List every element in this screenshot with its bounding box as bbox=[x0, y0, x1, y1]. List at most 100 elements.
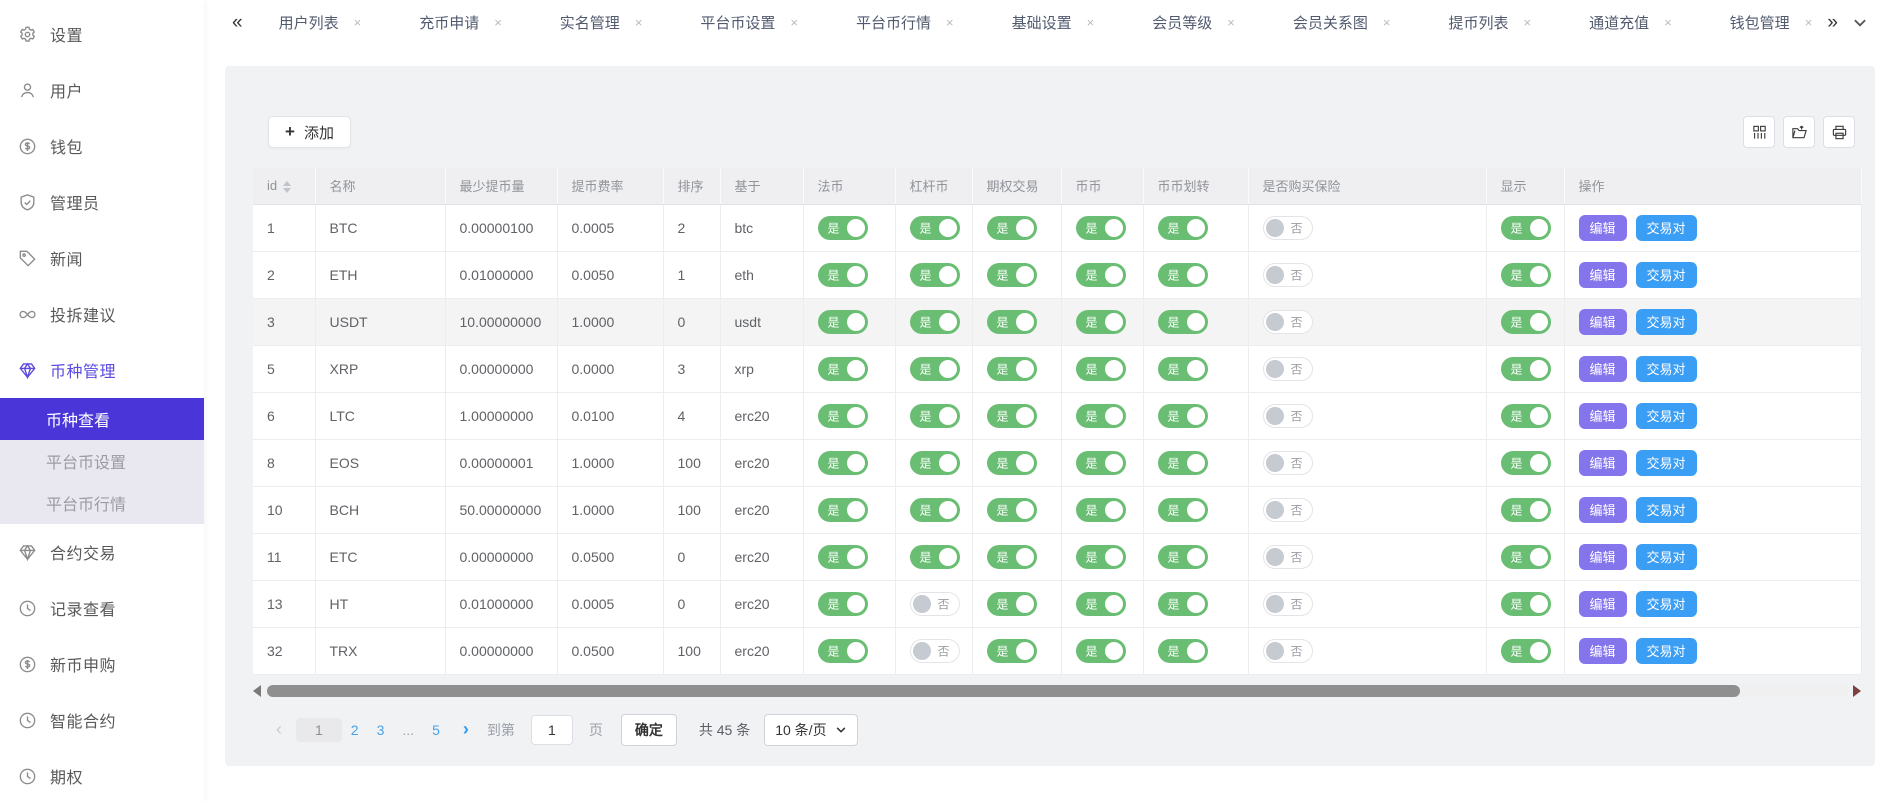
sidebar-item-settings[interactable]: 设置 bbox=[0, 6, 204, 62]
insurance-toggle[interactable]: 否 bbox=[1263, 451, 1313, 475]
sidebar-subitem-coin-view[interactable]: 币种查看 bbox=[0, 398, 204, 440]
spot-toggle[interactable]: 是 bbox=[1076, 451, 1126, 475]
edit-button[interactable]: 编辑 bbox=[1579, 215, 1627, 241]
edit-button[interactable]: 编辑 bbox=[1579, 450, 1627, 476]
tab-close-icon[interactable]: × bbox=[1664, 15, 1672, 30]
sidebar-item-feedback[interactable]: 投拆建议 bbox=[0, 286, 204, 342]
transfer-toggle[interactable]: 是 bbox=[1158, 404, 1208, 428]
tab-close-icon[interactable]: × bbox=[946, 15, 954, 30]
pairs-button[interactable]: 交易对 bbox=[1636, 450, 1697, 476]
option-toggle[interactable]: 是 bbox=[987, 498, 1037, 522]
transfer-toggle[interactable]: 是 bbox=[1158, 263, 1208, 287]
option-toggle[interactable]: 是 bbox=[987, 545, 1037, 569]
pairs-button[interactable]: 交易对 bbox=[1636, 403, 1697, 429]
transfer-toggle[interactable]: 是 bbox=[1158, 639, 1208, 663]
tab-close-icon[interactable]: × bbox=[1523, 15, 1531, 30]
tab-channel-recharge[interactable]: 通道充值× bbox=[1575, 5, 1686, 40]
leverage-toggle[interactable]: 是 bbox=[910, 498, 960, 522]
option-toggle[interactable]: 是 bbox=[987, 263, 1037, 287]
show-toggle[interactable]: 是 bbox=[1501, 592, 1551, 616]
leverage-toggle[interactable]: 是 bbox=[910, 310, 960, 334]
insurance-toggle[interactable]: 否 bbox=[1263, 545, 1313, 569]
confirm-button[interactable]: 确定 bbox=[621, 714, 677, 746]
sidebar-item-new-coin[interactable]: 新币申购 bbox=[0, 636, 204, 692]
transfer-toggle[interactable]: 是 bbox=[1158, 498, 1208, 522]
fiat-toggle[interactable]: 是 bbox=[818, 357, 868, 381]
tab-withdraw-list[interactable]: 提币列表× bbox=[1434, 5, 1545, 40]
tab-platform-coin-settings[interactable]: 平台币设置× bbox=[686, 5, 812, 40]
tab-close-icon[interactable]: × bbox=[494, 15, 502, 30]
tab-close-icon[interactable]: × bbox=[1805, 15, 1813, 30]
insurance-toggle[interactable]: 否 bbox=[1263, 263, 1313, 287]
spot-toggle[interactable]: 是 bbox=[1076, 545, 1126, 569]
tab-platform-coin-market[interactable]: 平台币行情× bbox=[842, 5, 968, 40]
page-button-2[interactable]: 2 bbox=[342, 720, 368, 740]
edit-button[interactable]: 编辑 bbox=[1579, 638, 1627, 664]
columns-settings-button[interactable] bbox=[1743, 116, 1775, 148]
tab-basic-settings[interactable]: 基础设置× bbox=[998, 5, 1109, 40]
transfer-toggle[interactable]: 是 bbox=[1158, 545, 1208, 569]
sidebar-item-wallet[interactable]: 钱包 bbox=[0, 118, 204, 174]
show-toggle[interactable]: 是 bbox=[1501, 451, 1551, 475]
fiat-toggle[interactable]: 是 bbox=[818, 263, 868, 287]
leverage-toggle[interactable]: 是 bbox=[910, 451, 960, 475]
tab-user-list[interactable]: 用户列表× bbox=[265, 5, 376, 40]
fiat-toggle[interactable]: 是 bbox=[818, 545, 868, 569]
option-toggle[interactable]: 是 bbox=[987, 310, 1037, 334]
sidebar-item-options[interactable]: 期权 bbox=[0, 748, 204, 802]
goto-page-input[interactable] bbox=[531, 715, 573, 745]
option-toggle[interactable]: 是 bbox=[987, 216, 1037, 240]
transfer-toggle[interactable]: 是 bbox=[1158, 592, 1208, 616]
sidebar-item-records[interactable]: 记录查看 bbox=[0, 580, 204, 636]
fiat-toggle[interactable]: 是 bbox=[818, 451, 868, 475]
page-size-select[interactable]: 10 条/页 bbox=[764, 714, 857, 746]
spot-toggle[interactable]: 是 bbox=[1076, 216, 1126, 240]
page-button-1[interactable]: 1 bbox=[296, 718, 342, 742]
add-button[interactable]: + 添加 bbox=[268, 116, 351, 148]
show-toggle[interactable]: 是 bbox=[1501, 263, 1551, 287]
transfer-toggle[interactable]: 是 bbox=[1158, 310, 1208, 334]
tab-deposit-request[interactable]: 充币申请× bbox=[405, 5, 516, 40]
insurance-toggle[interactable]: 否 bbox=[1263, 639, 1313, 663]
edit-button[interactable]: 编辑 bbox=[1579, 262, 1627, 288]
tab-kyc-manage[interactable]: 实名管理× bbox=[546, 5, 657, 40]
pairs-button[interactable]: 交易对 bbox=[1636, 591, 1697, 617]
option-toggle[interactable]: 是 bbox=[987, 404, 1037, 428]
spot-toggle[interactable]: 是 bbox=[1076, 357, 1126, 381]
spot-toggle[interactable]: 是 bbox=[1076, 592, 1126, 616]
edit-button[interactable]: 编辑 bbox=[1579, 356, 1627, 382]
insurance-toggle[interactable]: 否 bbox=[1263, 310, 1313, 334]
transfer-toggle[interactable]: 是 bbox=[1158, 357, 1208, 381]
fiat-toggle[interactable]: 是 bbox=[818, 216, 868, 240]
tab-close-icon[interactable]: × bbox=[1087, 15, 1095, 30]
tab-member-graph[interactable]: 会员关系图× bbox=[1279, 5, 1405, 40]
show-toggle[interactable]: 是 bbox=[1501, 216, 1551, 240]
leverage-toggle[interactable]: 是 bbox=[910, 357, 960, 381]
edit-button[interactable]: 编辑 bbox=[1579, 497, 1627, 523]
pairs-button[interactable]: 交易对 bbox=[1636, 638, 1697, 664]
pairs-button[interactable]: 交易对 bbox=[1636, 215, 1697, 241]
edit-button[interactable]: 编辑 bbox=[1579, 544, 1627, 570]
tabs-expand-right-icon[interactable]: » bbox=[1827, 12, 1838, 34]
option-toggle[interactable]: 是 bbox=[987, 451, 1037, 475]
insurance-toggle[interactable]: 否 bbox=[1263, 592, 1313, 616]
spot-toggle[interactable]: 是 bbox=[1076, 310, 1126, 334]
leverage-toggle[interactable]: 是 bbox=[910, 216, 960, 240]
insurance-toggle[interactable]: 否 bbox=[1263, 216, 1313, 240]
transfer-toggle[interactable]: 是 bbox=[1158, 216, 1208, 240]
page-button-3[interactable]: 3 bbox=[368, 720, 394, 740]
spot-toggle[interactable]: 是 bbox=[1076, 404, 1126, 428]
leverage-toggle[interactable]: 是 bbox=[910, 263, 960, 287]
spot-toggle[interactable]: 是 bbox=[1076, 639, 1126, 663]
fiat-toggle[interactable]: 是 bbox=[818, 498, 868, 522]
page-button-5[interactable]: 5 bbox=[423, 720, 449, 740]
pairs-button[interactable]: 交易对 bbox=[1636, 544, 1697, 570]
edit-button[interactable]: 编辑 bbox=[1579, 309, 1627, 335]
next-page-button[interactable]: › bbox=[455, 719, 477, 740]
sidebar-item-coin-manage[interactable]: 币种管理 bbox=[0, 342, 204, 398]
spot-toggle[interactable]: 是 bbox=[1076, 498, 1126, 522]
show-toggle[interactable]: 是 bbox=[1501, 498, 1551, 522]
sidebar-item-news[interactable]: 新闻 bbox=[0, 230, 204, 286]
pairs-button[interactable]: 交易对 bbox=[1636, 309, 1697, 335]
pairs-button[interactable]: 交易对 bbox=[1636, 356, 1697, 382]
